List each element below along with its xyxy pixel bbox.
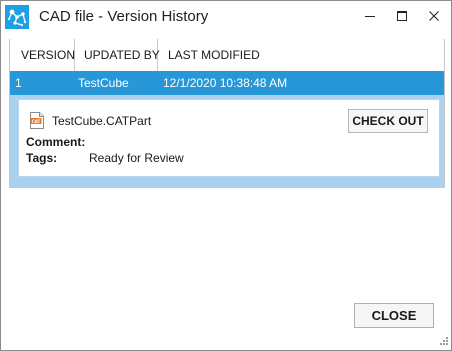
close-icon <box>429 11 439 21</box>
title-bar: CAD file - Version History <box>1 1 451 34</box>
svg-text:CAT: CAT <box>32 119 41 124</box>
tags-value: Ready for Review <box>89 151 184 165</box>
updated-by-cell: TestCube <box>78 76 129 90</box>
file-name[interactable]: TestCube.CATPart <box>52 114 151 128</box>
table-row[interactable]: 1 TestCube 12/1/2020 10:38:48 AM <box>10 71 444 95</box>
check-out-button[interactable]: CHECK OUT <box>348 109 428 133</box>
catpart-file-icon: CAT <box>30 112 44 129</box>
version-cell: 1 <box>15 76 22 90</box>
minimize-icon <box>365 16 375 17</box>
maximize-button[interactable] <box>385 1 419 31</box>
column-header-updated-by[interactable]: UPDATED BY <box>75 39 160 71</box>
close-button[interactable]: CLOSE <box>354 303 434 328</box>
row-details-panel: CAT TestCube.CATPart CHECK OUT Comment: … <box>10 95 444 187</box>
tags-label: Tags: <box>26 151 58 165</box>
column-header-last-modified[interactable]: LAST MODIFIED <box>158 39 444 71</box>
window-title: CAD file - Version History <box>39 8 209 25</box>
maximize-icon <box>397 11 407 21</box>
comment-label: Comment: <box>26 135 86 149</box>
version-history-window: CAD file - Version History VERSION UPDAT… <box>0 0 452 351</box>
app-logo-icon <box>5 5 29 29</box>
minimize-button[interactable] <box>353 1 387 31</box>
version-details-card: CAT TestCube.CATPart CHECK OUT Comment: … <box>18 99 440 177</box>
resize-grip-icon[interactable] <box>437 336 449 348</box>
last-modified-cell: 12/1/2020 10:38:48 AM <box>163 76 288 90</box>
column-header-version[interactable]: VERSION <box>10 39 75 71</box>
table-header: VERSION UPDATED BY LAST MODIFIED <box>10 39 444 71</box>
window-close-button[interactable] <box>417 1 451 31</box>
version-table: VERSION UPDATED BY LAST MODIFIED 1 TestC… <box>9 39 445 188</box>
